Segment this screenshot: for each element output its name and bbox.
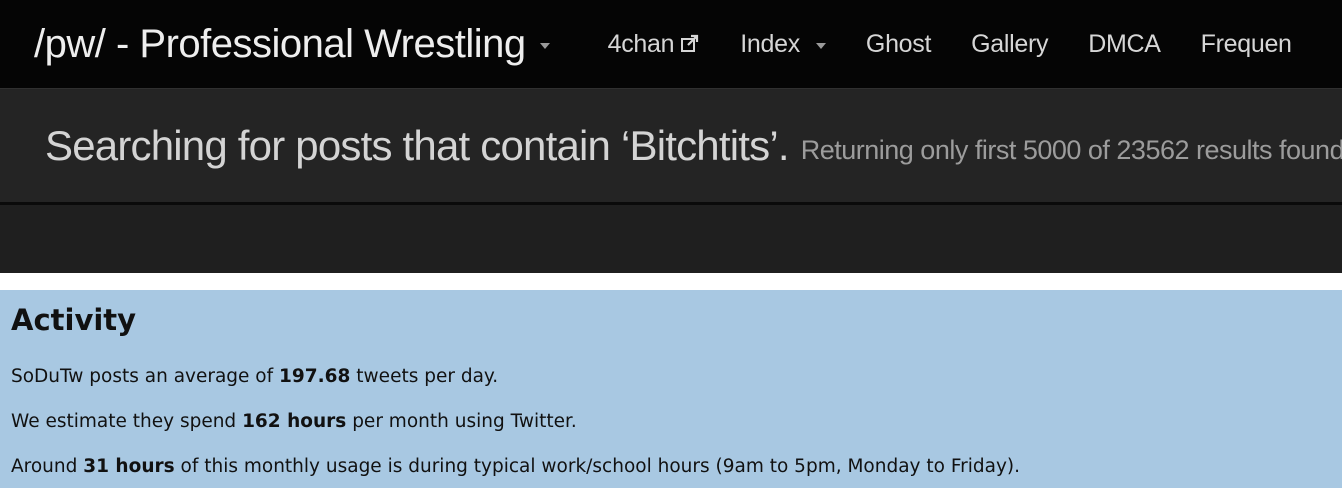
tweets-per-day-line: SoDuTw posts an average of 197.68 tweets…	[11, 366, 498, 387]
nav-item-index[interactable]: Index	[720, 30, 846, 59]
screenshot-gap	[0, 273, 1342, 290]
search-results-banner: Searching for posts that contain ‘Bitcht…	[0, 88, 1342, 203]
text: We estimate they spend	[11, 411, 243, 432]
nav-item-ghost[interactable]: Ghost	[846, 30, 951, 59]
text: SoDuTw posts an average of	[11, 366, 280, 387]
external-link-icon	[680, 34, 700, 54]
hours-per-month-line: We estimate they spend 162 hours per mon…	[11, 411, 577, 432]
nav-item-dmca[interactable]: DMCA	[1068, 30, 1180, 59]
toolbar-band	[0, 205, 1342, 273]
nav-item-label: Frequen	[1200, 29, 1292, 58]
caret-down-icon	[539, 43, 550, 49]
activity-heading: Activity	[11, 303, 137, 337]
search-query-heading: Searching for posts that contain ‘Bitcht…	[45, 122, 790, 169]
caret-down-icon	[815, 43, 826, 49]
nav-item-label: 4chan	[607, 29, 675, 58]
top-navbar: /pw/ - Professional Wrestling 4chan Inde…	[0, 0, 1342, 88]
board-title: /pw/ - Professional Wrestling	[34, 21, 526, 66]
nav-item-4chan[interactable]: 4chan	[588, 30, 721, 59]
nav-item-label: Gallery	[971, 29, 1049, 58]
nav-item-gallery[interactable]: Gallery	[951, 30, 1068, 59]
text: of this monthly usage is during typical …	[174, 456, 1021, 477]
nav-item-frequently[interactable]: Frequen	[1181, 30, 1312, 59]
hours-per-month-value: 162 hours	[242, 411, 347, 432]
text: per month using Twitter.	[346, 411, 577, 432]
work-hours-value: 31 hours	[83, 456, 175, 477]
activity-panel: Activity SoDuTw posts an average of 197.…	[0, 290, 1342, 488]
nav-item-label: DMCA	[1088, 29, 1161, 58]
board-title-dropdown[interactable]: /pw/ - Professional Wrestling	[34, 22, 550, 67]
nav-item-label: Ghost	[865, 29, 932, 58]
nav-item-label: Index	[740, 29, 800, 58]
text: Around	[11, 456, 84, 477]
tweets-per-day-value: 197.68	[279, 366, 351, 387]
work-hours-line: Around 31 hours of this monthly usage is…	[11, 456, 1020, 477]
search-result-count: Returning only first 5000 of 23562 resul…	[800, 134, 1342, 165]
text: tweets per day.	[350, 366, 499, 387]
